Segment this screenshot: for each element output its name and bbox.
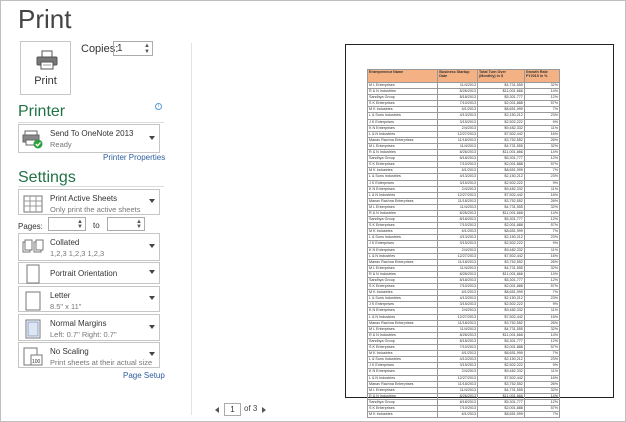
table-body: M L Enterprises 11/4/2013 $4,731,555 32% R &… [366, 81, 561, 419]
collate-subtitle: 1,2,3 1,2,3 1,2,3 [50, 249, 105, 258]
chevron-down-icon [149, 296, 155, 300]
spin-down-icon[interactable]: ▼ [136, 224, 142, 230]
printer-heading: Printer [18, 103, 66, 120]
svg-text:100: 100 [32, 359, 41, 365]
pages-from-input[interactable]: ▲ ▼ [48, 217, 86, 231]
scaling-subtitle: Print sheets at their actual size [50, 358, 153, 367]
page-title: Print [18, 4, 72, 34]
print-what-title: Print Active Sheets [50, 194, 118, 203]
sheet-grid-icon [23, 195, 43, 213]
pages-label: Pages: [18, 222, 43, 231]
table-header-cell: Entrepreneur Name [366, 69, 439, 83]
current-page-input[interactable]: 1 [224, 403, 241, 416]
page-count-label: of 3 [244, 404, 258, 413]
copies-value: 1 [117, 43, 123, 54]
table-header-cell: Growth Rate FY2015 in % [523, 69, 561, 83]
printer-status: Ready [50, 140, 72, 149]
scaling-icon: 100 [23, 347, 43, 366]
pages-to-input[interactable]: ▲ ▼ [107, 217, 145, 231]
chevron-down-icon [149, 135, 155, 140]
scaling-dropdown[interactable]: 100 No Scaling Print sheets at their act… [18, 342, 160, 368]
table-cell: 7% [523, 411, 561, 419]
chevron-down-icon [149, 199, 155, 203]
pages-to-label: to [93, 221, 100, 230]
spin-down-icon[interactable]: ▼ [144, 49, 150, 55]
spin-down-icon[interactable]: ▼ [77, 224, 83, 230]
portrait-page-icon [26, 264, 40, 284]
table-cell: $8,651,999 [477, 411, 525, 419]
table-cell: M K Industries [366, 411, 439, 419]
page-setup-link[interactable]: Page Setup [123, 371, 165, 380]
collate-title: Collated [50, 238, 80, 247]
printer-divider [18, 122, 164, 123]
table-header-cell: Total Turn Over (Monthly) in $ [477, 69, 525, 83]
paper-icon [25, 291, 41, 311]
chevron-down-icon [149, 324, 155, 329]
print-preview-page: Entrepreneur Name Business Startup Date To… [345, 44, 614, 419]
printer-properties-link[interactable]: Printer Properties [103, 153, 165, 162]
collate-icon [22, 239, 44, 253]
table-cell: 6/1/2013 [437, 411, 479, 419]
table-header-cell: Business Startup Date [437, 69, 479, 83]
settings-heading: Settings [18, 169, 76, 186]
preview-sheet: Entrepreneur Name Business Startup Date To… [366, 69, 561, 419]
orientation-title: Portrait Orientation [50, 269, 118, 278]
copies-stepper[interactable]: 1 ▲ ▼ [113, 41, 153, 56]
collate-dropdown[interactable]: Collated 1,2,3 1,2,3 1,2,3 [18, 233, 160, 261]
paper-title: Letter [50, 291, 71, 300]
print-what-subtitle: Only print the active sheets [50, 205, 141, 214]
print-button[interactable]: Print [20, 41, 71, 95]
print-button-label: Print [34, 75, 57, 87]
next-page-icon[interactable] [262, 407, 266, 413]
margins-icon [25, 319, 41, 339]
table-row: M K Industries 6/1/2013 $8,651,999 7% [366, 411, 561, 419]
printer-ready-icon [22, 130, 43, 149]
settings-divider [18, 186, 164, 187]
print-what-dropdown[interactable]: Print Active Sheets Only print the activ… [18, 189, 160, 215]
preview-table: Entrepreneur Name Business Startup Date To… [366, 69, 561, 419]
printer-dropdown[interactable]: Send To OneNote 2013 Ready [18, 124, 160, 153]
margins-dropdown[interactable]: Normal Margins Left: 0.7" Right: 0.7" [18, 314, 160, 341]
chevron-down-icon [149, 352, 155, 356]
chevron-down-icon [149, 270, 155, 274]
margins-title: Normal Margins [50, 319, 107, 328]
orientation-dropdown[interactable]: Portrait Orientation [18, 262, 160, 284]
margins-subtitle: Left: 0.7" Right: 0.7" [50, 330, 117, 339]
printer-icon [36, 50, 58, 70]
scaling-title: No Scaling [50, 347, 89, 356]
info-icon[interactable]: i [155, 103, 162, 110]
paper-subtitle: 8.5" x 11" [50, 302, 82, 311]
paper-size-dropdown[interactable]: Letter 8.5" x 11" [18, 286, 160, 312]
table-header-row: Entrepreneur Name Business Startup Date To… [366, 69, 561, 83]
printer-name: Send To OneNote 2013 [50, 129, 134, 138]
previous-page-icon[interactable] [215, 407, 219, 413]
chevron-down-icon [149, 244, 155, 248]
panel-divider [191, 43, 192, 415]
